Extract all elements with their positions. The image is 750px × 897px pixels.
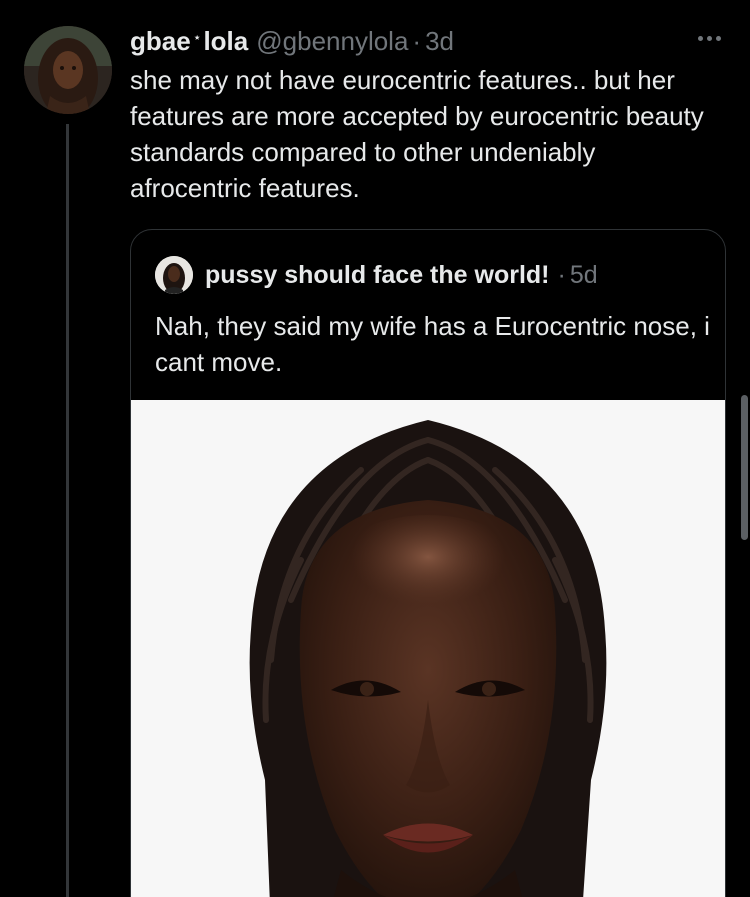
tweet-header: gbae ⋆ lola @gbennylola · 3d [130,24,730,58]
more-dot [715,35,721,41]
more-dot [697,35,703,41]
quote-header: pussy should face the world! · 5d [155,256,598,294]
quote-text: Nah, they said my wife has a Eurocentric… [155,311,710,377]
thread-line [66,124,69,897]
separator-dot: · [412,25,422,56]
quote-author-avatar[interactable] [155,256,193,294]
quoted-tweet[interactable]: pussy should face the world! · 5d Nah, t… [130,229,726,897]
scrollbar[interactable] [741,395,748,540]
quote-separator-dot: · [557,260,566,289]
tweet-text: she may not have eurocentric features.. … [130,65,704,203]
display-name-suffix[interactable]: lola [203,26,248,57]
display-name[interactable]: gbae [130,26,191,57]
tweet[interactable]: gbae ⋆ lola @gbennylola · 3d she may not… [0,0,750,897]
more-dot [706,35,712,41]
author-avatar[interactable] [24,26,112,114]
quote-media-image[interactable] [131,400,725,897]
more-horizontal-icon[interactable] [694,28,724,48]
quote-timestamp[interactable]: 5d [570,261,598,290]
user-handle[interactable]: @gbennylola [256,26,408,57]
quote-display-name[interactable]: pussy should face the world! [205,261,550,290]
star-glyph: ⋆ [192,28,202,45]
timestamp[interactable]: 3d [425,26,454,57]
